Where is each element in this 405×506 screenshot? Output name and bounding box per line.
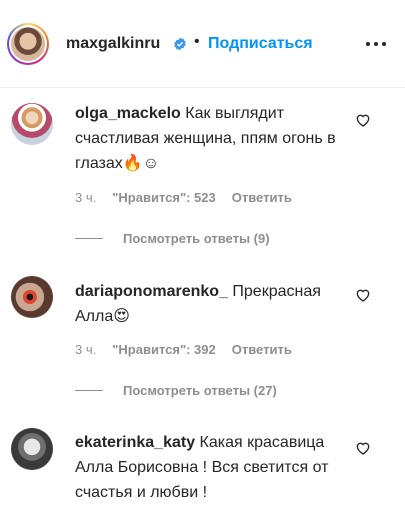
comment-avatar[interactable] (11, 428, 53, 470)
header-username[interactable]: maxgalkinru (66, 35, 160, 53)
comment-likes[interactable]: "Нравится": 392 (112, 342, 216, 357)
header-avatar[interactable] (7, 23, 49, 65)
more-dots-icon[interactable] (366, 38, 388, 50)
follow-button[interactable]: Подписаться (208, 35, 313, 53)
header-separator: • (194, 33, 200, 50)
avatar-ring-inner (9, 25, 47, 63)
comment-avatar[interactable] (11, 103, 53, 145)
heart-outline-icon[interactable] (355, 440, 371, 456)
comment-text: ekaterinka_katy Какая красавица Алла Бор… (75, 430, 355, 505)
comment-username[interactable]: olga_mackelo (75, 105, 181, 122)
comment-avatar[interactable] (11, 276, 53, 318)
comment-username[interactable]: ekaterinka_katy (75, 434, 195, 451)
comment-meta: 3 ч. "Нравится": 523 Ответить (75, 190, 292, 205)
comment-meta: 3 ч. "Нравится": 392 Ответить (75, 342, 292, 357)
post-header: maxgalkinru • Подписаться (0, 0, 405, 88)
view-replies-button[interactable]: Посмотреть ответы (9) (75, 231, 270, 246)
reply-button[interactable]: Ответить (232, 190, 292, 205)
view-replies-button[interactable]: Посмотреть ответы (27) (75, 383, 277, 398)
view-replies-label: Посмотреть ответы (27) (123, 383, 277, 398)
replies-divider (75, 238, 103, 239)
heart-outline-icon[interactable] (355, 287, 371, 303)
heart-outline-icon[interactable] (355, 112, 371, 128)
comment-text: olga_mackelo Как выглядит счастливая жен… (75, 101, 355, 176)
view-replies-label: Посмотреть ответы (9) (123, 231, 270, 246)
replies-divider (75, 390, 103, 391)
comment-username[interactable]: dariaponomarenko_ (75, 283, 228, 300)
verified-badge-icon (174, 37, 186, 51)
reply-button[interactable]: Ответить (232, 342, 292, 357)
comment-likes[interactable]: "Нравится": 523 (112, 190, 216, 205)
comment-text: dariaponomarenko_ Прекрасная Алла😍 (75, 279, 355, 329)
comment-time: 3 ч. (75, 342, 97, 357)
avatar-image (11, 27, 45, 61)
comment-time: 3 ч. (75, 190, 97, 205)
